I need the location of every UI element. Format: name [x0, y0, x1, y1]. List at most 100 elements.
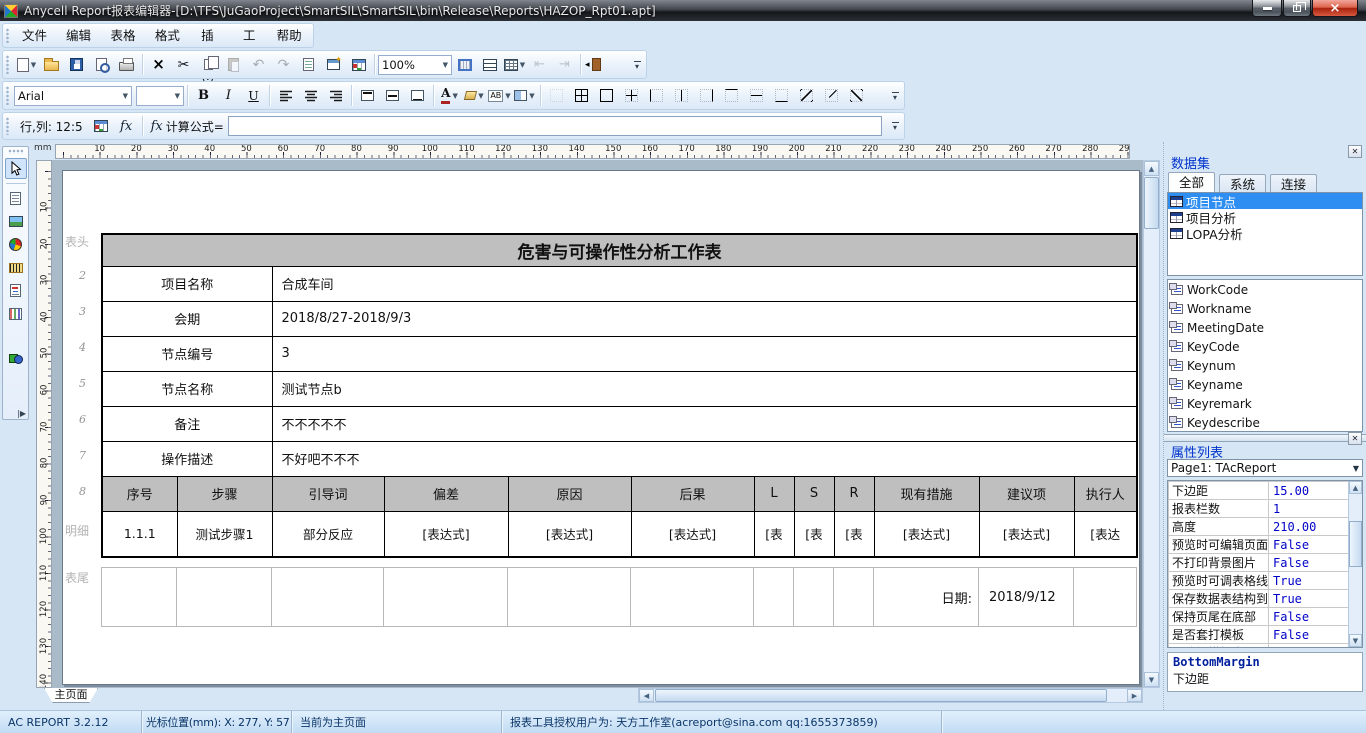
align-left-button[interactable] [274, 84, 297, 107]
delete-button[interactable]: × [147, 53, 170, 76]
info-value-cell[interactable]: 合成车间 [272, 266, 1137, 301]
italic-button[interactable]: I [217, 84, 240, 107]
text-tool[interactable] [5, 188, 27, 209]
grid-data-cell[interactable]: [表达 [1074, 511, 1137, 557]
columns-tool[interactable] [5, 303, 27, 324]
grid-header-cell[interactable]: 偏差 [384, 476, 508, 511]
valign-top-button[interactable] [356, 84, 379, 107]
property-row[interactable]: 是否套打模板 False [1169, 626, 1349, 644]
formula-input[interactable] [228, 116, 882, 136]
grid-data-cell[interactable]: [表达式] [631, 511, 754, 557]
footer-cell[interactable] [508, 568, 631, 627]
table-borders-button[interactable]: ▼ [503, 53, 526, 76]
align-right-button[interactable] [324, 84, 347, 107]
page-setup-button[interactable] [297, 53, 320, 76]
chart-tool[interactable] [5, 234, 27, 255]
grid-data-cell[interactable]: [表达式] [979, 511, 1074, 557]
property-value[interactable]: False [1269, 554, 1349, 572]
horizontal-scroll-thumb[interactable] [655, 689, 1107, 702]
menu-item[interactable]: 格式(M) [146, 26, 192, 46]
table-rows-button[interactable] [478, 53, 501, 76]
minimize-button[interactable] [1252, 0, 1282, 17]
vertical-scrollbar[interactable]: ▲ ▼ [1143, 160, 1160, 688]
grid-data-cell[interactable]: [表达式] [874, 511, 979, 557]
properties-button[interactable] [322, 53, 345, 76]
info-value-cell[interactable]: 2018/8/27-2018/9/3 [272, 301, 1137, 336]
grid-header-cell[interactable]: 原因 [508, 476, 631, 511]
panel-splitter[interactable] [1164, 434, 1366, 442]
report-title-cell[interactable]: 危害与可操作性分析工作表 [102, 234, 1137, 266]
footer-cell[interactable] [1074, 568, 1137, 627]
valign-middle-button[interactable] [381, 84, 404, 107]
grid-header-cell[interactable]: 现有措施 [874, 476, 979, 511]
info-label-cell[interactable]: 节点编号 [102, 336, 272, 371]
property-row[interactable]: 预览时可调表格线 True [1169, 572, 1349, 590]
property-row[interactable]: 两遍扫描报表 False [1169, 644, 1349, 649]
cut-button[interactable]: ✂ [172, 53, 195, 76]
border-inner-button[interactable] [620, 84, 643, 107]
field-item[interactable]: Keynum [1168, 356, 1362, 375]
property-row[interactable]: 高度 210.00 [1169, 518, 1349, 536]
info-label-cell[interactable]: 备注 [102, 406, 272, 441]
property-target-combo[interactable]: Page1: TAcReport ▼ [1167, 459, 1363, 477]
property-value[interactable]: True [1269, 590, 1349, 608]
field-item[interactable]: Keyremark [1168, 394, 1362, 413]
menu-item[interactable]: 帮助(H) [268, 26, 313, 46]
print-button[interactable] [115, 53, 138, 76]
field-item[interactable]: Keydescribe [1168, 413, 1362, 432]
cell-table-button[interactable] [90, 115, 113, 138]
grid-data-cell[interactable]: [表 [834, 511, 874, 557]
scroll-up-button[interactable]: ▲ [1349, 481, 1362, 494]
function-button[interactable]: fx [115, 115, 138, 138]
field-item[interactable]: WorkCode [1168, 280, 1362, 299]
info-label-cell[interactable]: 会期 [102, 301, 272, 336]
report-page[interactable]: 表头 明细 表尾 2 3 4 5 6 7 8 危害与可操作性分析工作 [62, 170, 1140, 685]
merge-cells-button[interactable]: ▼ [513, 84, 536, 107]
toolbar-overflow-button[interactable]: ▾ [630, 61, 644, 69]
dataset-item[interactable]: LOPA分析 [1168, 225, 1362, 241]
toolbar-grip[interactable] [6, 86, 10, 105]
scroll-left-button[interactable]: ◀ [639, 689, 654, 702]
tab-system[interactable]: 系统 [1219, 174, 1266, 193]
footer-cell[interactable] [631, 568, 754, 627]
scroll-right-button[interactable]: ▶ [1127, 689, 1142, 702]
grid-header-cell[interactable]: S [794, 476, 834, 511]
grid-header-cell[interactable]: R [834, 476, 874, 511]
toolbar-overflow-button[interactable]: ▾ [888, 122, 902, 130]
barcode-tool[interactable] [5, 257, 27, 278]
field-item[interactable]: KeyCode [1168, 337, 1362, 356]
scroll-down-button[interactable]: ▼ [1349, 634, 1362, 647]
property-value[interactable]: 15.00 [1269, 482, 1349, 500]
footer-cell[interactable] [177, 568, 272, 627]
tab-all[interactable]: 全部 [1168, 172, 1215, 193]
redo-button[interactable]: ↷ [272, 53, 295, 76]
info-label-cell[interactable]: 项目名称 [102, 266, 272, 301]
tab-connection[interactable]: 连接 [1270, 174, 1317, 193]
insert-column-left-button[interactable]: ⇤ [528, 53, 551, 76]
grid-data-cell[interactable]: 部分反应 [272, 511, 384, 557]
open-button[interactable] [40, 53, 63, 76]
pointer-tool[interactable] [5, 158, 27, 179]
page-tab[interactable]: 主页面 [44, 688, 98, 703]
vertical-scroll-thumb[interactable] [1144, 177, 1159, 229]
table-design-button[interactable] [347, 53, 370, 76]
menu-item[interactable]: 编辑(E) [57, 26, 102, 46]
horizontal-scrollbar[interactable]: ◀ ▶ [638, 688, 1143, 703]
scroll-down-button[interactable]: ▼ [1144, 672, 1159, 687]
date-value-cell[interactable]: 2018/9/12 [979, 568, 1074, 627]
panel-close-button[interactable]: ✕ [1348, 145, 1362, 158]
info-label-cell[interactable]: 操作描述 [102, 441, 272, 476]
grid-data-cell[interactable]: 测试步骤1 [177, 511, 272, 557]
property-row[interactable]: 保持页尾在底部 False [1169, 608, 1349, 626]
info-value-cell[interactable]: 测试节点b [272, 371, 1137, 406]
footer-cell[interactable] [794, 568, 834, 627]
border-inner-horizontal-button[interactable] [745, 84, 768, 107]
fill-color-button[interactable]: ▼ [463, 84, 486, 107]
footer-cell[interactable] [102, 568, 177, 627]
property-value[interactable]: True [1269, 572, 1349, 590]
border-diagonal-up-button[interactable] [845, 84, 868, 107]
border-inner-vertical-button[interactable] [670, 84, 693, 107]
grid-header-cell[interactable]: 序号 [102, 476, 177, 511]
property-value[interactable]: False [1269, 626, 1349, 644]
scroll-up-button[interactable]: ▲ [1144, 161, 1159, 176]
